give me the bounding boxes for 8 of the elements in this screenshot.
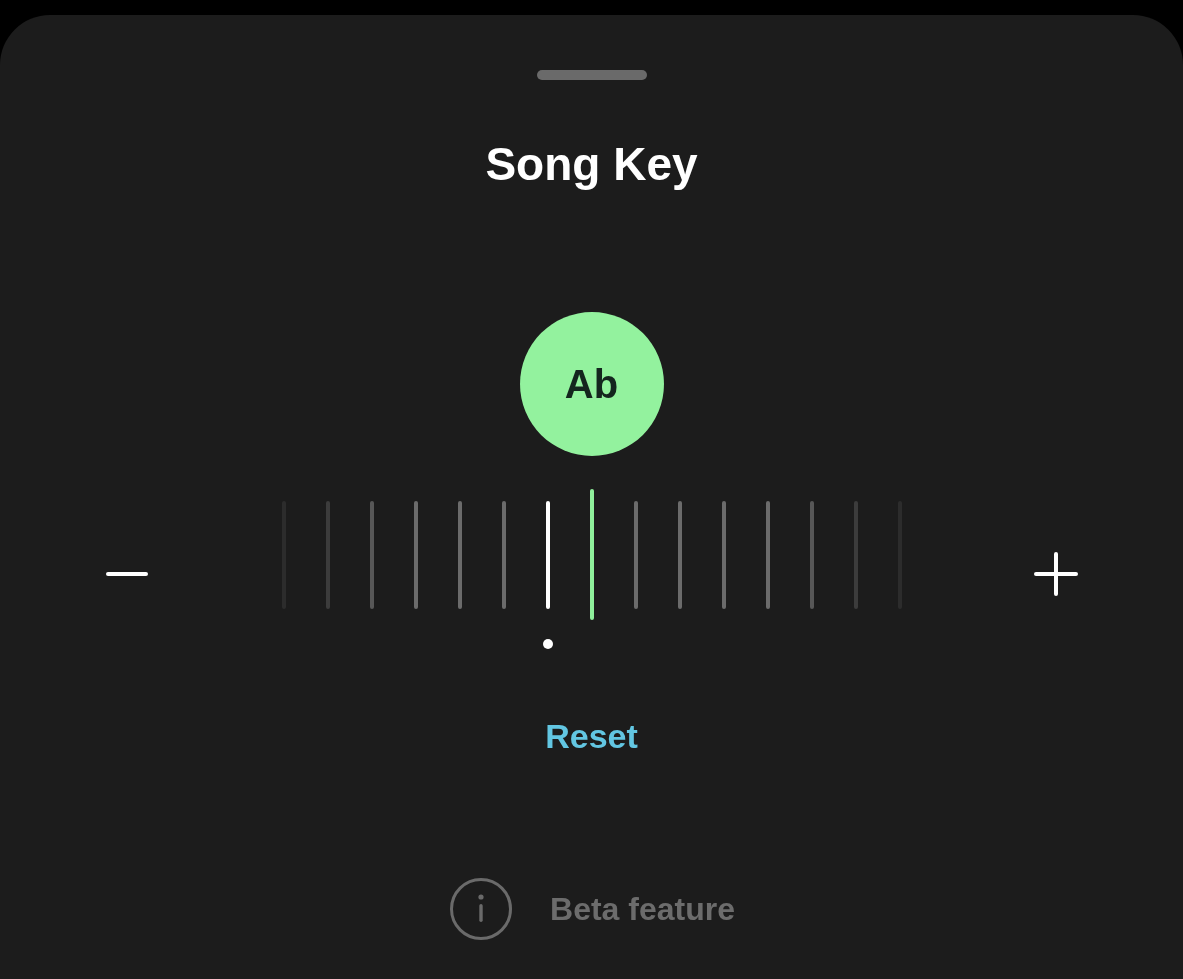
sheet-title: Song Key bbox=[485, 137, 698, 192]
reset-button[interactable]: Reset bbox=[545, 714, 638, 758]
info-icon bbox=[450, 878, 512, 940]
plus-icon bbox=[1034, 552, 1078, 596]
drag-handle[interactable] bbox=[536, 70, 647, 80]
key-badge: Ab bbox=[519, 312, 664, 456]
beta-label: Beta feature bbox=[550, 890, 735, 929]
minus-icon bbox=[106, 572, 148, 576]
